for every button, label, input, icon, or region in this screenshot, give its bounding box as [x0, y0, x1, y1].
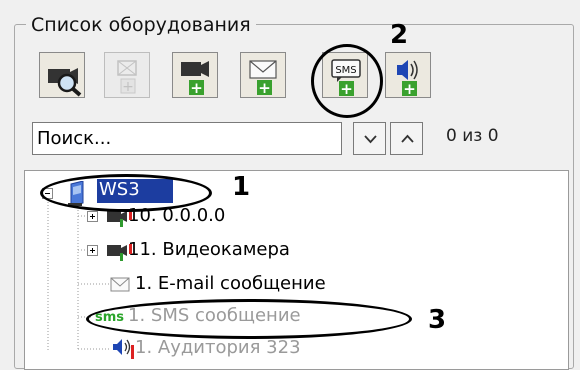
panel-title: Список оборудования [26, 14, 256, 36]
tree-item[interactable]: 11. Видеокамера [128, 239, 290, 261]
chevron-up-icon [401, 134, 414, 143]
tree-item[interactable]: 1. E-mail сообщение [135, 273, 326, 295]
svg-text:+: + [403, 80, 416, 98]
camera-icon [107, 245, 127, 261]
annotation-number-2: 2 [390, 20, 409, 50]
search-counter: 0 из 0 [446, 126, 499, 146]
search-next-button[interactable] [353, 122, 386, 155]
email-icon [110, 277, 130, 292]
annotation-number-1: 1 [232, 172, 251, 202]
svg-text:+: + [190, 79, 203, 97]
add-email-icon: + [249, 60, 277, 97]
expand-toggle[interactable] [87, 211, 98, 222]
annotation-oval-sms [311, 44, 383, 118]
add-audio-icon: + [397, 60, 418, 98]
search-prev-button[interactable] [390, 122, 423, 155]
expand-toggle[interactable] [87, 245, 98, 256]
search-input[interactable]: Поиск... [32, 122, 342, 155]
add-email-button[interactable]: + [240, 52, 286, 98]
add-disabled-button[interactable]: + [104, 52, 150, 98]
status-marker [131, 345, 134, 359]
status-marker [129, 244, 132, 254]
tree-item[interactable]: 1. Аудитория 323 [135, 337, 301, 359]
camera-search-button[interactable] [39, 52, 85, 98]
add-camera-button[interactable]: + [172, 52, 218, 98]
camera-search-icon [48, 68, 82, 97]
annotation-oval-sms-item [86, 299, 412, 339]
annotation-number-3: 3 [428, 305, 447, 335]
svg-text:+: + [258, 79, 271, 97]
add-disabled-icon: + [117, 60, 137, 95]
add-camera-icon: + [181, 61, 209, 97]
annotation-oval-root [40, 174, 212, 212]
add-audio-button[interactable]: + [385, 52, 431, 98]
chevron-down-icon [364, 135, 377, 144]
svg-text:+: + [122, 79, 134, 95]
